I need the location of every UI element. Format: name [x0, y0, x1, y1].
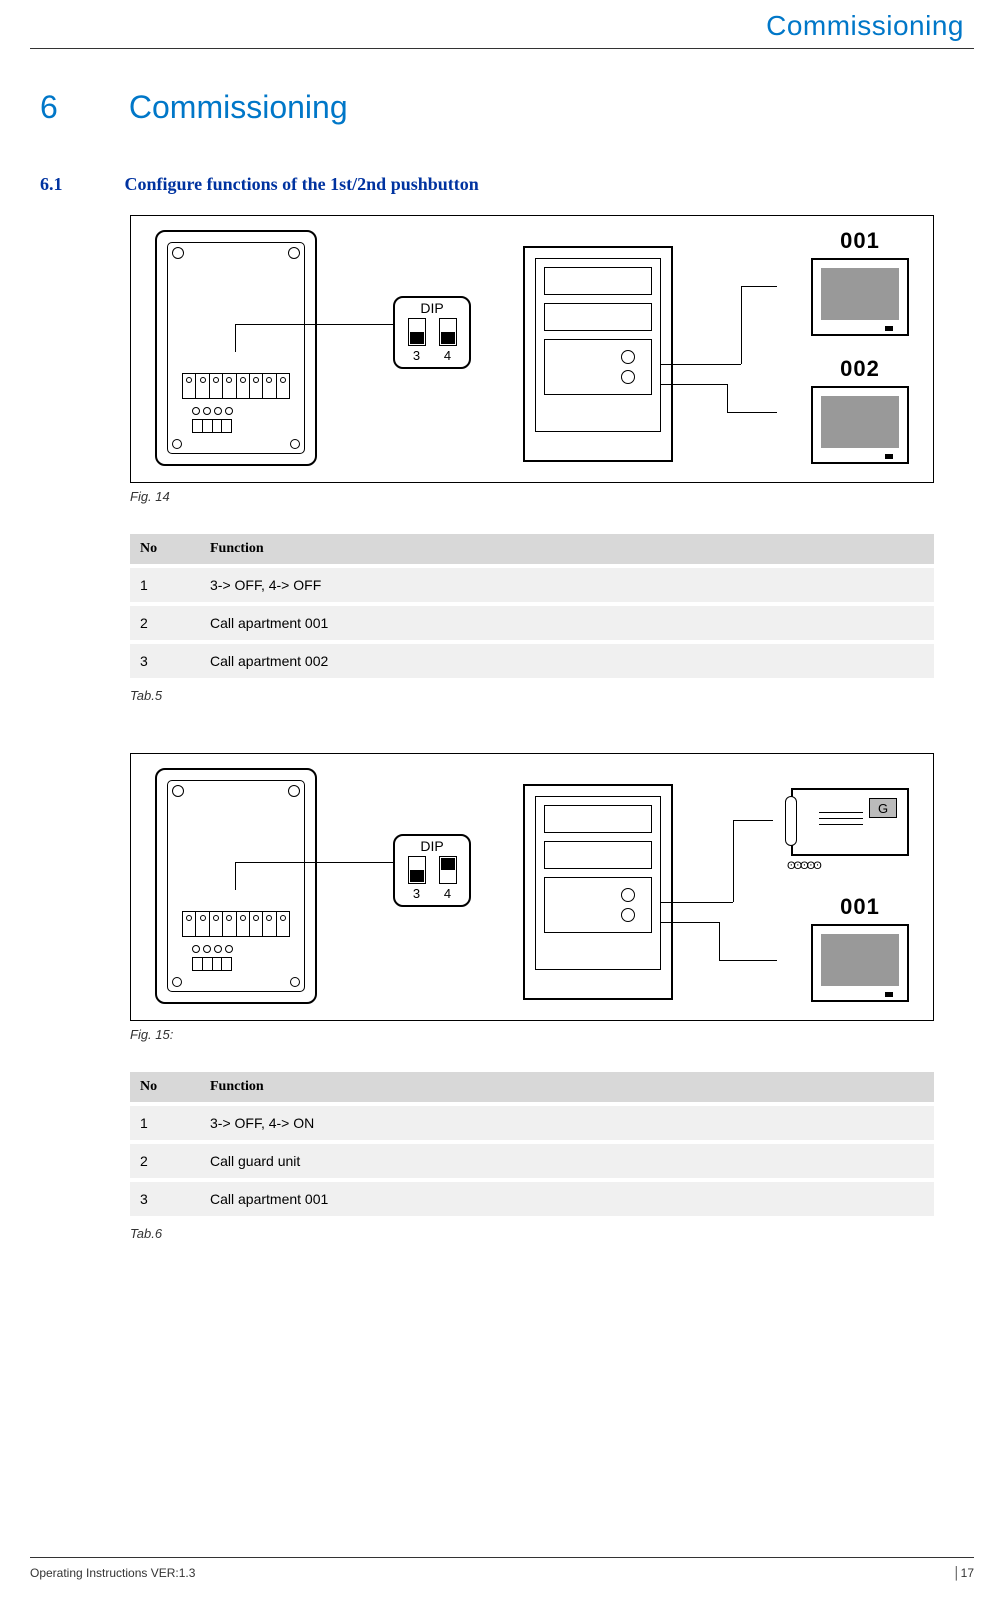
wire-icon	[235, 862, 236, 890]
figure-15-caption: Fig. 15:	[130, 1027, 934, 1042]
cell-no: 2	[130, 604, 200, 642]
section-title: Configure functions of the 1st/2nd pushb…	[125, 174, 479, 194]
dip-num-3: 3	[413, 348, 420, 363]
connector-icon	[192, 419, 232, 433]
table-row: 1 3-> OFF, 4-> OFF	[130, 566, 934, 604]
table-row: 2 Call guard unit	[130, 1142, 934, 1180]
terminal-strip-icon	[182, 911, 290, 937]
cell-no: 3	[130, 1180, 200, 1218]
dip-label: DIP	[401, 838, 463, 854]
th-no: No	[130, 534, 200, 566]
dip-switch-icon: DIP 3 4	[393, 834, 471, 907]
dip-switch-4	[439, 318, 457, 346]
pcb-back-icon	[155, 230, 317, 466]
wire-icon	[741, 286, 777, 287]
figure-14-caption: Fig. 14	[130, 489, 934, 504]
dip-switch-3	[408, 318, 426, 346]
table-6: No Function 1 3-> OFF, 4-> ON 2 Call gua…	[130, 1072, 934, 1220]
dip-switch-4	[439, 856, 457, 884]
terminal-strip-icon	[182, 373, 290, 399]
cell-no: 2	[130, 1142, 200, 1180]
wire-icon	[719, 922, 720, 960]
monitor-label: 002	[811, 356, 909, 382]
screw-row-icon	[192, 945, 233, 953]
monitor-001: 001	[811, 894, 909, 1002]
section-number: 6.1	[40, 174, 120, 195]
cell-fn: Call apartment 001	[200, 1180, 934, 1218]
wire-icon	[661, 922, 719, 923]
cell-fn: 3-> OFF, 4-> ON	[200, 1104, 934, 1142]
wire-icon	[661, 364, 741, 365]
th-function: Function	[200, 534, 934, 566]
wire-icon	[235, 324, 236, 352]
connector-icon	[192, 957, 232, 971]
figure-15: DIP 3 4	[130, 753, 934, 1021]
table-row: 2 Call apartment 001	[130, 604, 934, 642]
table-row: 3 Call apartment 001	[130, 1180, 934, 1218]
cell-fn: Call guard unit	[200, 1142, 934, 1180]
dip-label: DIP	[401, 300, 463, 316]
screw-row-icon	[192, 407, 233, 415]
monitor-label: 001	[811, 894, 909, 920]
wire-icon	[661, 902, 733, 903]
footer-left: Operating Instructions VER:1.3	[30, 1566, 195, 1580]
cell-no: 3	[130, 642, 200, 680]
cell-no: 1	[130, 1104, 200, 1142]
dip-num-3: 3	[413, 886, 420, 901]
cell-fn: Call apartment 001	[200, 604, 934, 642]
footer-rule	[30, 1557, 974, 1558]
dip-num-4: 4	[444, 886, 451, 901]
wire-icon	[733, 820, 734, 902]
monitor-001: 001	[811, 228, 909, 336]
chapter-title: Commissioning	[129, 89, 348, 125]
running-header: Commissioning	[30, 10, 974, 42]
table-row: 3 Call apartment 002	[130, 642, 934, 680]
monitor-label: 001	[811, 228, 909, 254]
wire-icon	[733, 820, 773, 821]
guard-label: G	[869, 798, 897, 818]
wire-icon	[235, 324, 395, 325]
footer-page-number: │17	[953, 1566, 974, 1580]
dip-num-4: 4	[444, 348, 451, 363]
table-row: 1 3-> OFF, 4-> ON	[130, 1104, 934, 1142]
cell-fn: 3-> OFF, 4-> OFF	[200, 566, 934, 604]
chapter-heading: 6 Commissioning	[30, 89, 974, 126]
wire-icon	[727, 412, 777, 413]
door-panel-icon	[523, 784, 673, 1000]
th-function: Function	[200, 1072, 934, 1104]
section-heading: 6.1 Configure functions of the 1st/2nd p…	[30, 174, 974, 195]
cell-no: 1	[130, 566, 200, 604]
wire-icon	[741, 286, 742, 364]
call-buttons-icon	[621, 350, 635, 384]
wire-icon	[235, 862, 395, 863]
call-buttons-icon	[621, 888, 635, 922]
page-footer: Operating Instructions VER:1.3 │17	[30, 1557, 974, 1580]
chapter-number: 6	[40, 89, 120, 126]
table-6-caption: Tab.6	[130, 1226, 934, 1241]
wire-icon	[719, 960, 777, 961]
wire-icon	[661, 384, 727, 385]
header-rule	[30, 48, 974, 49]
table-5-caption: Tab.5	[130, 688, 934, 703]
th-no: No	[130, 1072, 200, 1104]
figure-14: DIP 3 4 001	[130, 215, 934, 483]
table-5: No Function 1 3-> OFF, 4-> OFF 2 Call ap…	[130, 534, 934, 682]
door-panel-icon	[523, 246, 673, 462]
monitor-002: 002	[811, 356, 909, 464]
dip-switch-icon: DIP 3 4	[393, 296, 471, 369]
wire-icon	[727, 384, 728, 412]
pcb-back-icon	[155, 768, 317, 1004]
cell-fn: Call apartment 002	[200, 642, 934, 680]
dip-switch-3	[408, 856, 426, 884]
guard-unit-icon: G ʘʘʘʘʘ	[791, 788, 909, 856]
coil-cord-icon: ʘʘʘʘʘ	[787, 860, 820, 872]
